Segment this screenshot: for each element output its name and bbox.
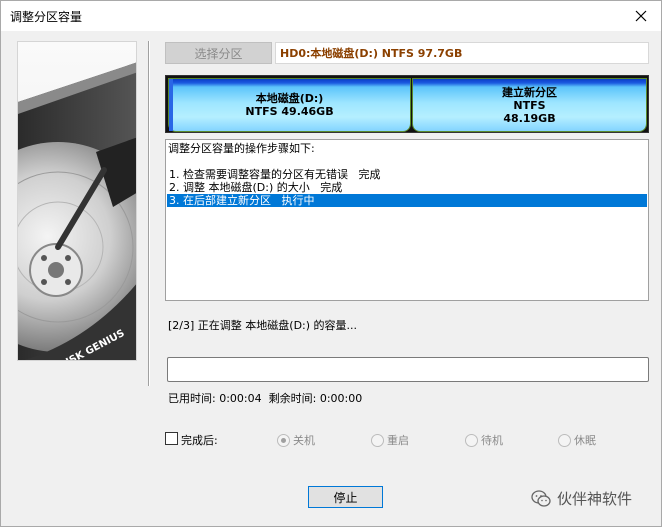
step-item: 2. 调整 本地磁盘(D:) 的大小 完成 (169, 181, 343, 194)
timing-row: 已用时间: 0:00:04 剩余时间: 0:00:00 (168, 390, 362, 406)
stop-button[interactable]: 停止 (308, 486, 383, 508)
radio-label: 关机 (293, 434, 315, 447)
radio-restart[interactable]: 重启 (371, 432, 409, 448)
vertical-divider (148, 41, 150, 386)
partition-fs-size: NTFS 49.46GB (245, 105, 334, 118)
steps-list: 调整分区容量的操作步骤如下: 1. 检查需要调整容量的分区有无错误 完成 2. … (165, 139, 649, 301)
close-icon (635, 10, 647, 22)
radio-hibernate[interactable]: 休眠 (558, 432, 596, 448)
partition-fs: NTFS (513, 98, 546, 112)
after-completion-label: 完成后: (181, 434, 218, 447)
radio-label: 待机 (481, 434, 503, 447)
window-title: 调整分区容量 (10, 10, 83, 24)
title-bar: 调整分区容量 (1, 1, 661, 31)
radio-dot (277, 433, 290, 447)
after-completion-row: 完成后: 关机 重启 待机 休眠 (165, 432, 655, 448)
hard-disk-icon: DISK GENIUS (18, 62, 136, 360)
wechat-icon (531, 489, 551, 507)
radio-dot (558, 433, 571, 447)
radio-label: 休眠 (574, 434, 596, 447)
watermark: 伙伴神软件 (531, 488, 632, 509)
hard-disk-illustration: DISK GENIUS (17, 41, 137, 361)
resize-partition-dialog: 调整分区容量 DISK GENIUS 选择分区 HD0:本地磁盘(D:) NTF… (0, 0, 662, 527)
close-button[interactable] (621, 1, 661, 31)
elapsed-value: 0:00:04 (219, 392, 262, 405)
steps-heading: 调整分区容量的操作步骤如下: (168, 142, 315, 155)
partition-map: 本地磁盘(D:) NTFS 49.46GB 建立新分区 NTFS 48.19GB (165, 75, 649, 133)
partition-block-d[interactable]: 本地磁盘(D:) NTFS 49.46GB (168, 78, 411, 132)
partition-size: 48.19GB (503, 111, 556, 125)
radio-label: 重启 (387, 434, 409, 447)
radio-standby[interactable]: 待机 (465, 432, 503, 448)
partition-edge (169, 79, 173, 131)
radio-shutdown[interactable]: 关机 (277, 432, 315, 448)
radio-dot (465, 433, 478, 447)
select-partition-button[interactable]: 选择分区 (165, 42, 272, 64)
elapsed-label: 已用时间: (168, 392, 216, 405)
disk-info-field: HD0:本地磁盘(D:) NTFS 97.7GB (275, 42, 649, 64)
progress-bar (167, 357, 649, 382)
after-completion-checkbox[interactable] (165, 432, 178, 445)
partition-block-new[interactable]: 建立新分区 NTFS 48.19GB (412, 78, 647, 132)
remaining-label: 剩余时间: (268, 392, 317, 405)
step-item: 1. 检查需要调整容量的分区有无错误 完成 (169, 168, 381, 181)
partition-name: 建立新分区 (502, 85, 557, 99)
step-item-active: 3. 在后部建立新分区 执行中 (167, 194, 647, 207)
watermark-text: 伙伴神软件 (557, 490, 633, 508)
remaining-value: 0:00:00 (319, 392, 363, 405)
radio-dot (371, 433, 384, 447)
partition-name: 本地磁盘(D:) (255, 92, 324, 105)
status-text: [2/3] 正在调整 本地磁盘(D:) 的容量... (168, 319, 358, 332)
